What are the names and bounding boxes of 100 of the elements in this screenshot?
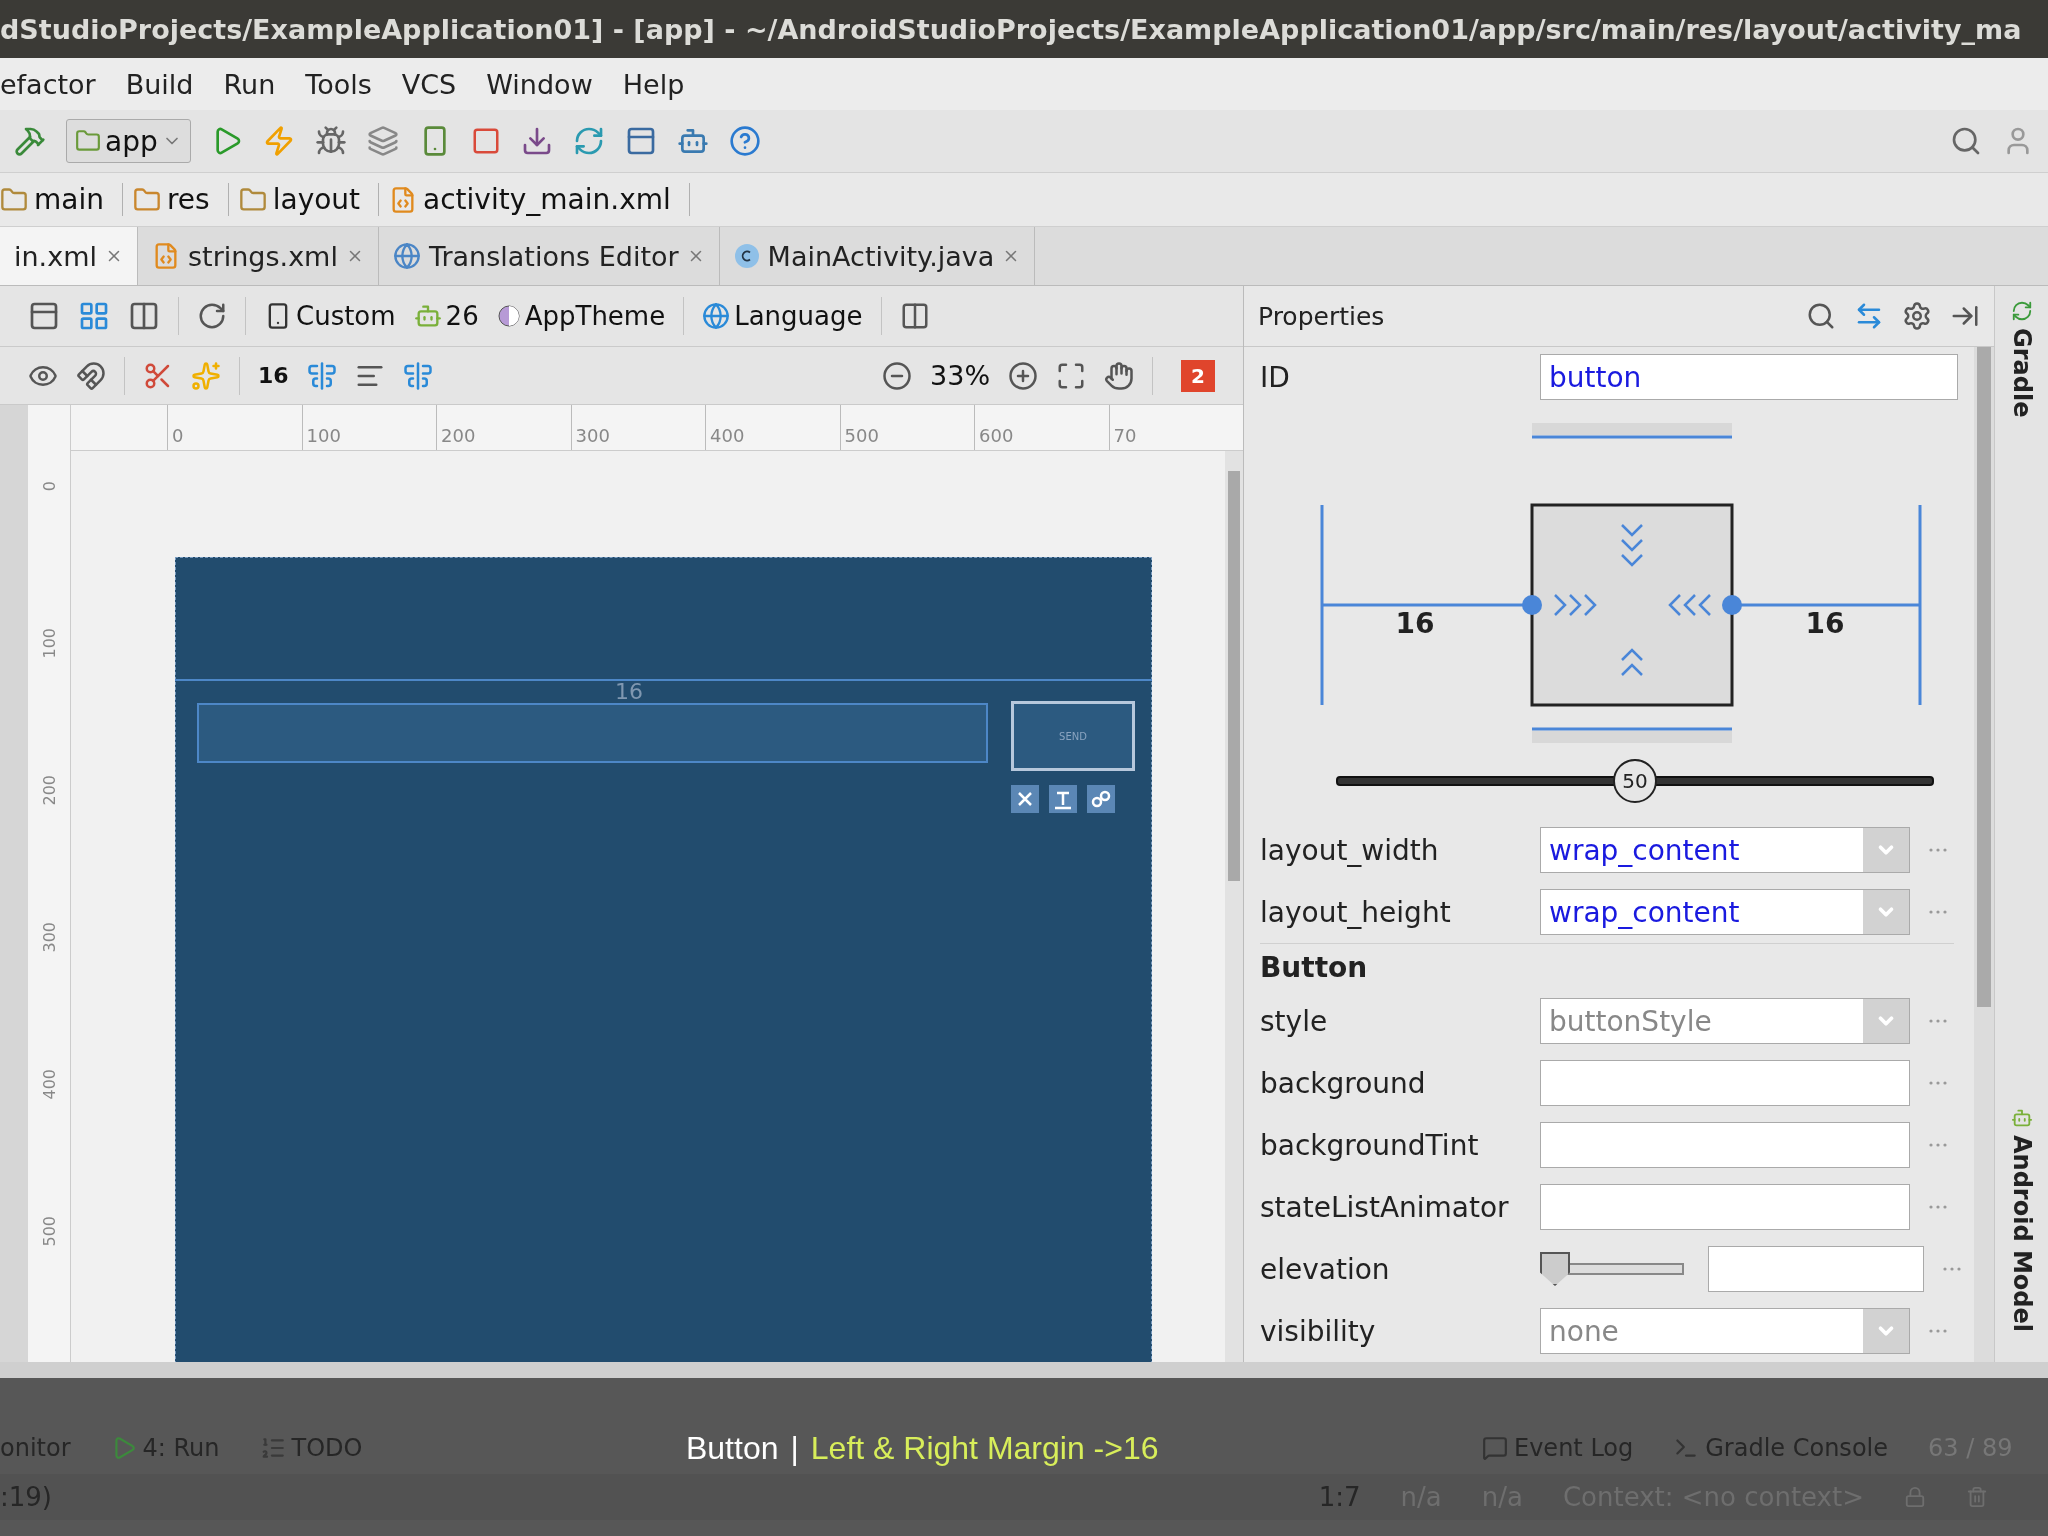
property-field[interactable] bbox=[1540, 1122, 1910, 1168]
margin-value[interactable]: 16 bbox=[1395, 607, 1435, 640]
robot-icon bbox=[2010, 1107, 2033, 1129]
lock-icon bbox=[1904, 1486, 1926, 1508]
slider-thumb[interactable]: 50 bbox=[1613, 759, 1658, 803]
side-tab[interactable]: Gradle bbox=[2007, 300, 2036, 418]
theme-button[interactable]: AppTheme bbox=[496, 301, 666, 331]
language-dropdown[interactable]: Language bbox=[702, 301, 863, 331]
ruler-label: 600 bbox=[979, 425, 1014, 446]
ruler-label: 500 bbox=[39, 1216, 59, 1247]
folder-icon bbox=[132, 185, 161, 214]
run-config-dropdown[interactable]: app bbox=[66, 119, 191, 163]
more-icon[interactable] bbox=[1928, 909, 1948, 915]
more-icon[interactable] bbox=[1928, 847, 1948, 853]
caption-subject: Button bbox=[685, 1429, 779, 1467]
breadcrumb-item[interactable]: res bbox=[132, 183, 229, 216]
zoom-level: 33% bbox=[930, 360, 991, 391]
more-icon[interactable] bbox=[1928, 1204, 1948, 1210]
panel-title: Properties bbox=[1258, 301, 1386, 331]
ruler-label: 0 bbox=[172, 425, 184, 446]
menu-item[interactable]: Tools bbox=[305, 68, 372, 100]
property-dropdown[interactable]: buttonStyle bbox=[1540, 998, 1910, 1044]
breadcrumb-item[interactable]: activity_main.xml bbox=[389, 183, 690, 216]
api-dropdown[interactable]: 26 bbox=[413, 301, 479, 331]
text-baseline-icon[interactable] bbox=[1049, 785, 1077, 813]
property-label: stateListAnimator bbox=[1260, 1190, 1510, 1224]
ruler-label: 200 bbox=[441, 425, 476, 446]
help-icon[interactable] bbox=[728, 125, 761, 157]
menu-item[interactable]: Run bbox=[223, 68, 276, 100]
globe-icon bbox=[392, 242, 421, 270]
menu-item[interactable]: Window bbox=[486, 68, 593, 100]
design-view-icon[interactable] bbox=[28, 300, 60, 332]
property-field[interactable] bbox=[1540, 1184, 1910, 1230]
scrollbar-thumb[interactable] bbox=[1977, 347, 1992, 1007]
hand-icon[interactable] bbox=[1104, 360, 1135, 391]
ruler-label: 200 bbox=[39, 775, 59, 806]
zoom-out-icon[interactable] bbox=[882, 360, 913, 391]
bug-icon[interactable] bbox=[314, 125, 347, 157]
split-view-icon[interactable] bbox=[128, 300, 160, 332]
device-dropdown[interactable]: Custom bbox=[264, 301, 396, 331]
side-tab[interactable]: Android Model bbox=[2007, 1107, 2036, 1332]
sync-icon bbox=[2010, 300, 2033, 322]
more-icon[interactable] bbox=[1942, 1266, 1962, 1272]
slider-thumb[interactable] bbox=[1540, 1252, 1570, 1286]
menu-item[interactable]: Help bbox=[622, 68, 685, 100]
property-field[interactable] bbox=[1540, 1060, 1910, 1106]
property-label: backgroundTint bbox=[1260, 1128, 1480, 1162]
breadcrumb-item[interactable]: layout bbox=[238, 183, 380, 216]
guideline-icon[interactable] bbox=[402, 360, 433, 391]
rotate-icon[interactable] bbox=[197, 301, 227, 331]
layers-icon[interactable] bbox=[366, 125, 399, 157]
pack-icon[interactable] bbox=[306, 360, 337, 391]
speech-bubble-icon bbox=[1482, 1435, 1508, 1461]
more-icon[interactable] bbox=[1928, 1018, 1948, 1024]
trash-icon bbox=[1966, 1486, 1988, 1508]
editor-tab[interactable]: in.xml bbox=[0, 227, 138, 285]
globe-icon bbox=[702, 302, 731, 330]
ruler-label: 70 bbox=[1113, 425, 1137, 446]
ruler-label: 400 bbox=[710, 425, 745, 446]
caption-separator: | bbox=[790, 1429, 799, 1467]
property-label: layout_width bbox=[1260, 833, 1440, 867]
hammer-icon[interactable] bbox=[14, 125, 46, 157]
folder-icon bbox=[238, 185, 267, 214]
blueprint-icon[interactable] bbox=[78, 300, 110, 332]
scrollbar-thumb[interactable] bbox=[1228, 471, 1240, 881]
more-icon[interactable] bbox=[1928, 1080, 1948, 1086]
folder-icon bbox=[0, 185, 28, 214]
error-count-badge[interactable]: 2 bbox=[1181, 359, 1215, 392]
margin-label: 16 bbox=[615, 679, 643, 704]
settings-icon[interactable] bbox=[1902, 301, 1933, 331]
ruler-label: 0 bbox=[39, 481, 59, 492]
default-margin-button[interactable]: 16 bbox=[258, 363, 289, 388]
more-icon[interactable] bbox=[1928, 1142, 1948, 1148]
delete-constraints-icon[interactable] bbox=[1011, 785, 1039, 813]
ruler-label: 100 bbox=[39, 628, 59, 659]
property-field[interactable] bbox=[1708, 1246, 1924, 1292]
property-dropdown[interactable]: wrap_content bbox=[1540, 827, 1910, 873]
elevation-slider[interactable] bbox=[1540, 1253, 1684, 1285]
property-dropdown[interactable]: none bbox=[1540, 1308, 1910, 1354]
bias-slider[interactable]: 50 bbox=[1336, 759, 1935, 803]
half-circle-icon bbox=[496, 304, 521, 328]
more-icon[interactable] bbox=[1928, 1328, 1948, 1334]
menu-item[interactable]: VCS bbox=[401, 68, 457, 100]
margin-value[interactable]: 16 bbox=[1805, 607, 1845, 640]
folder-icon bbox=[75, 128, 101, 154]
menu-item[interactable]: Build bbox=[125, 68, 194, 100]
ruler-label: 300 bbox=[575, 425, 610, 446]
link-icon[interactable] bbox=[1087, 785, 1115, 813]
ruler-label: 400 bbox=[39, 1069, 59, 1100]
search-icon[interactable] bbox=[1950, 125, 1982, 157]
property-label: background bbox=[1260, 1066, 1427, 1100]
magnet-icon[interactable] bbox=[76, 360, 106, 391]
breadcrumb-item[interactable]: main bbox=[0, 183, 123, 216]
ruler-label: 500 bbox=[844, 425, 879, 446]
property-dropdown[interactable]: wrap_content bbox=[1540, 889, 1910, 935]
zoom-in-icon[interactable] bbox=[1008, 360, 1039, 391]
menu-item[interactable]: efactor bbox=[0, 68, 96, 100]
property-label: layout_height bbox=[1260, 895, 1452, 929]
id-field[interactable]: button bbox=[1540, 354, 1958, 400]
caption-text: Left & Right Margin ->16 bbox=[810, 1429, 1159, 1467]
